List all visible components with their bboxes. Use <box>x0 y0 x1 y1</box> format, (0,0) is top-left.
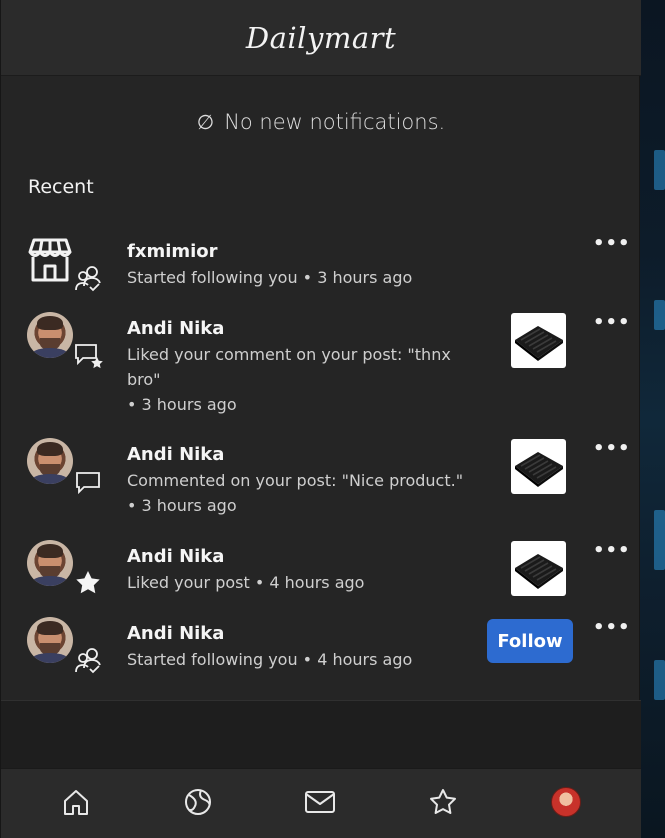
notification-user-name[interactable]: fxmimior <box>127 241 218 262</box>
app-header: Dailymart <box>1 0 641 76</box>
notification-item[interactable]: Andi Nika Commented on your post: "Nice … <box>1 438 641 522</box>
notification-text: Liked your comment on your post: "thnx b… <box>127 345 451 389</box>
followers-icon <box>73 263 103 293</box>
star-icon <box>73 568 103 598</box>
more-options-icon[interactable]: ••• <box>593 233 631 254</box>
more-options-icon[interactable]: ••• <box>593 540 631 561</box>
comment-icon <box>73 468 103 498</box>
notification-time: • 3 hours ago <box>127 395 237 414</box>
notification-item[interactable]: Andi Nika Liked your comment on your pos… <box>1 312 641 420</box>
user-avatar[interactable] <box>27 438 75 486</box>
comment-star-icon <box>73 340 103 370</box>
list-footer-area <box>1 700 641 768</box>
home-icon[interactable] <box>60 786 92 818</box>
notification-text: Commented on your post: "Nice product." <box>127 471 464 490</box>
star-icon[interactable] <box>427 786 459 818</box>
post-thumbnail[interactable] <box>511 313 566 368</box>
user-avatar[interactable] <box>27 312 75 360</box>
recent-heading: Recent <box>28 176 94 198</box>
notification-text: Liked your post • 4 hours ago <box>127 573 365 592</box>
empty-notifications-message: ∅ No new notifications. <box>1 110 641 134</box>
more-options-icon[interactable]: ••• <box>593 312 631 333</box>
notification-text: Started following you • 3 hours ago <box>127 268 413 287</box>
desktop-background <box>640 0 665 838</box>
notification-text: Started following you • 4 hours ago <box>127 650 413 669</box>
notification-item[interactable]: fxmimior Started following you • 3 hours… <box>1 233 641 293</box>
more-options-icon[interactable]: ••• <box>593 438 631 459</box>
notification-item[interactable]: Andi Nika Liked your post • 4 hours ago … <box>1 540 641 600</box>
store-icon <box>27 236 75 284</box>
notifications-page: Dailymart ∅ No new notifications. Recent … <box>0 0 641 838</box>
notification-user-name[interactable]: Andi Nika <box>127 444 224 465</box>
post-thumbnail[interactable] <box>511 541 566 596</box>
post-thumbnail[interactable] <box>511 439 566 494</box>
null-icon: ∅ <box>196 110 215 134</box>
followers-icon <box>73 645 103 675</box>
profile-avatar[interactable] <box>550 786 582 818</box>
empty-notifications-text: No new notifications. <box>224 110 446 134</box>
app-logo[interactable]: Dailymart <box>246 21 396 55</box>
follow-button[interactable]: Follow <box>487 619 573 663</box>
notification-time: • 3 hours ago <box>127 496 237 515</box>
explore-icon[interactable] <box>182 786 214 818</box>
user-avatar[interactable] <box>27 617 75 665</box>
bottom-navigation <box>1 768 641 838</box>
more-options-icon[interactable]: ••• <box>593 617 631 638</box>
notification-user-name[interactable]: Andi Nika <box>127 318 224 339</box>
user-avatar[interactable] <box>27 540 75 588</box>
notification-user-name[interactable]: Andi Nika <box>127 623 224 644</box>
notification-user-name[interactable]: Andi Nika <box>127 546 224 567</box>
mail-icon[interactable] <box>304 786 336 818</box>
